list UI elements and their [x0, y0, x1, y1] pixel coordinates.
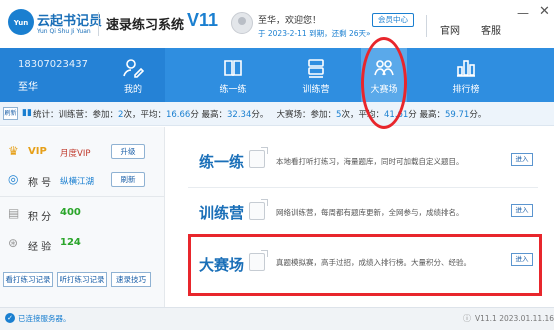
customer-service-link[interactable]: 客服 — [481, 22, 501, 37]
card-desc-practice: 本地看打听打练习，海量题库，同时可加载自定义题目。 — [276, 157, 464, 166]
info-icon: ⓘ — [463, 314, 471, 323]
highlight-box — [188, 234, 542, 296]
medal-icon: ◎ — [8, 172, 19, 186]
card-title-training-camp: 训练营 — [199, 204, 245, 222]
app-logo: Yun — [8, 9, 34, 35]
minimize-icon[interactable]: — — [517, 6, 529, 20]
app-name-english: Yun Qi Shu Ji Yuan — [37, 28, 91, 35]
connection-status: 已连接服务器。 — [18, 314, 71, 323]
typing-tips-button[interactable]: 速录技巧 — [111, 272, 151, 287]
document-icon — [249, 199, 268, 220]
nav-item-label: 练一练 — [219, 85, 247, 95]
header-divider — [426, 15, 427, 37]
stats-label: 次，平均： — [123, 110, 166, 120]
camp-max: 32.34 — [227, 110, 252, 120]
vip-value: 月度VIP — [60, 149, 91, 159]
stats-label: 参加： — [310, 110, 337, 120]
nav-item-label: 我的 — [123, 85, 142, 95]
user-phone: 18307023437 — [18, 59, 88, 70]
camp-average: 16.66 — [165, 110, 191, 120]
title-value: 纵横江湖 — [60, 177, 95, 187]
version-text: V11.1 2023.01.11.16 — [475, 314, 554, 323]
highlight-ellipse — [361, 37, 407, 129]
stats-label: 分 最高： — [408, 110, 445, 120]
enter-training-camp-button[interactable]: 进入 — [511, 204, 533, 217]
greeting-text: 至华，欢迎您！ — [258, 16, 322, 26]
stats-chart-icon: ▮▮ — [22, 108, 32, 118]
stats-label: 分。 — [251, 110, 269, 120]
points-label: 积 分 — [28, 212, 52, 223]
experience-label: 经 验 — [28, 242, 52, 253]
user-edit-icon — [123, 59, 144, 78]
nav-item-leaderboard[interactable]: 排行榜 — [433, 48, 499, 102]
stats-prefix: 统计：训练营： — [33, 110, 93, 120]
close-icon[interactable]: ✕ — [539, 4, 550, 19]
membership-expire-link[interactable]: 于 2023-2-11 到期，还剩 26天» — [258, 28, 371, 39]
document-icon — [249, 147, 268, 168]
system-version: V11 — [187, 10, 219, 30]
stats-label: 参加： — [92, 110, 119, 120]
nav-item-label: 训练营 — [302, 85, 330, 95]
vip-label: VIP — [28, 146, 47, 157]
experience-icon: ⊛ — [8, 236, 19, 250]
stats-summary: 统计：训练营：参加：2次，平均：16.66分 最高：32.34分。 大赛场：参加… — [33, 108, 486, 120]
stats-label: 大赛场： — [276, 110, 311, 120]
card-title-practice: 练一练 — [199, 153, 245, 171]
nav-item-label: 排行榜 — [452, 85, 480, 95]
nav-item-mine[interactable]: 我的 — [100, 48, 166, 102]
nav-item-practice[interactable]: 练一练 — [200, 48, 266, 102]
avatar[interactable] — [231, 12, 253, 34]
refresh-title-button[interactable]: 刷新 — [111, 172, 145, 187]
cabinet-icon — [308, 59, 324, 78]
title-label: 称 号 — [28, 178, 52, 189]
arena-max: 59.71 — [445, 110, 470, 120]
listen-typing-record-button[interactable]: 听打练习记录 — [57, 272, 107, 287]
nav-item-training-camp[interactable]: 训练营 — [283, 48, 349, 102]
check-icon: ✓ — [5, 313, 15, 323]
stats-label: 分。 — [469, 110, 487, 120]
stats-label: 分 最高： — [190, 110, 228, 120]
system-name: 速录练习系统 — [106, 18, 185, 33]
book-icon — [224, 60, 242, 76]
member-center-button[interactable]: 会员中心 — [372, 13, 414, 27]
avatar-icon — [238, 17, 246, 25]
app-name: 云起书记员 — [37, 14, 103, 29]
bar-chart-icon — [457, 60, 475, 77]
official-site-link[interactable]: 官网 — [440, 22, 460, 37]
points-value: 400 — [60, 207, 81, 218]
crown-icon: ♛ — [8, 144, 19, 158]
points-icon: ▤ — [8, 206, 20, 220]
card-divider — [188, 187, 538, 188]
header-divider — [98, 12, 99, 36]
view-typing-record-button[interactable]: 看打练习记录 — [3, 272, 53, 287]
card-desc-training-camp: 网络训练营，每周都有题库更新，全网参与，成绩排名。 — [276, 208, 464, 217]
enter-practice-button[interactable]: 进入 — [511, 153, 533, 166]
panel-divider — [0, 196, 165, 197]
refresh-button[interactable]: 刷新 — [3, 107, 18, 120]
upgrade-button[interactable]: 升级 — [111, 144, 145, 159]
experience-value: 124 — [60, 237, 81, 248]
user-name: 至华 — [18, 82, 38, 93]
